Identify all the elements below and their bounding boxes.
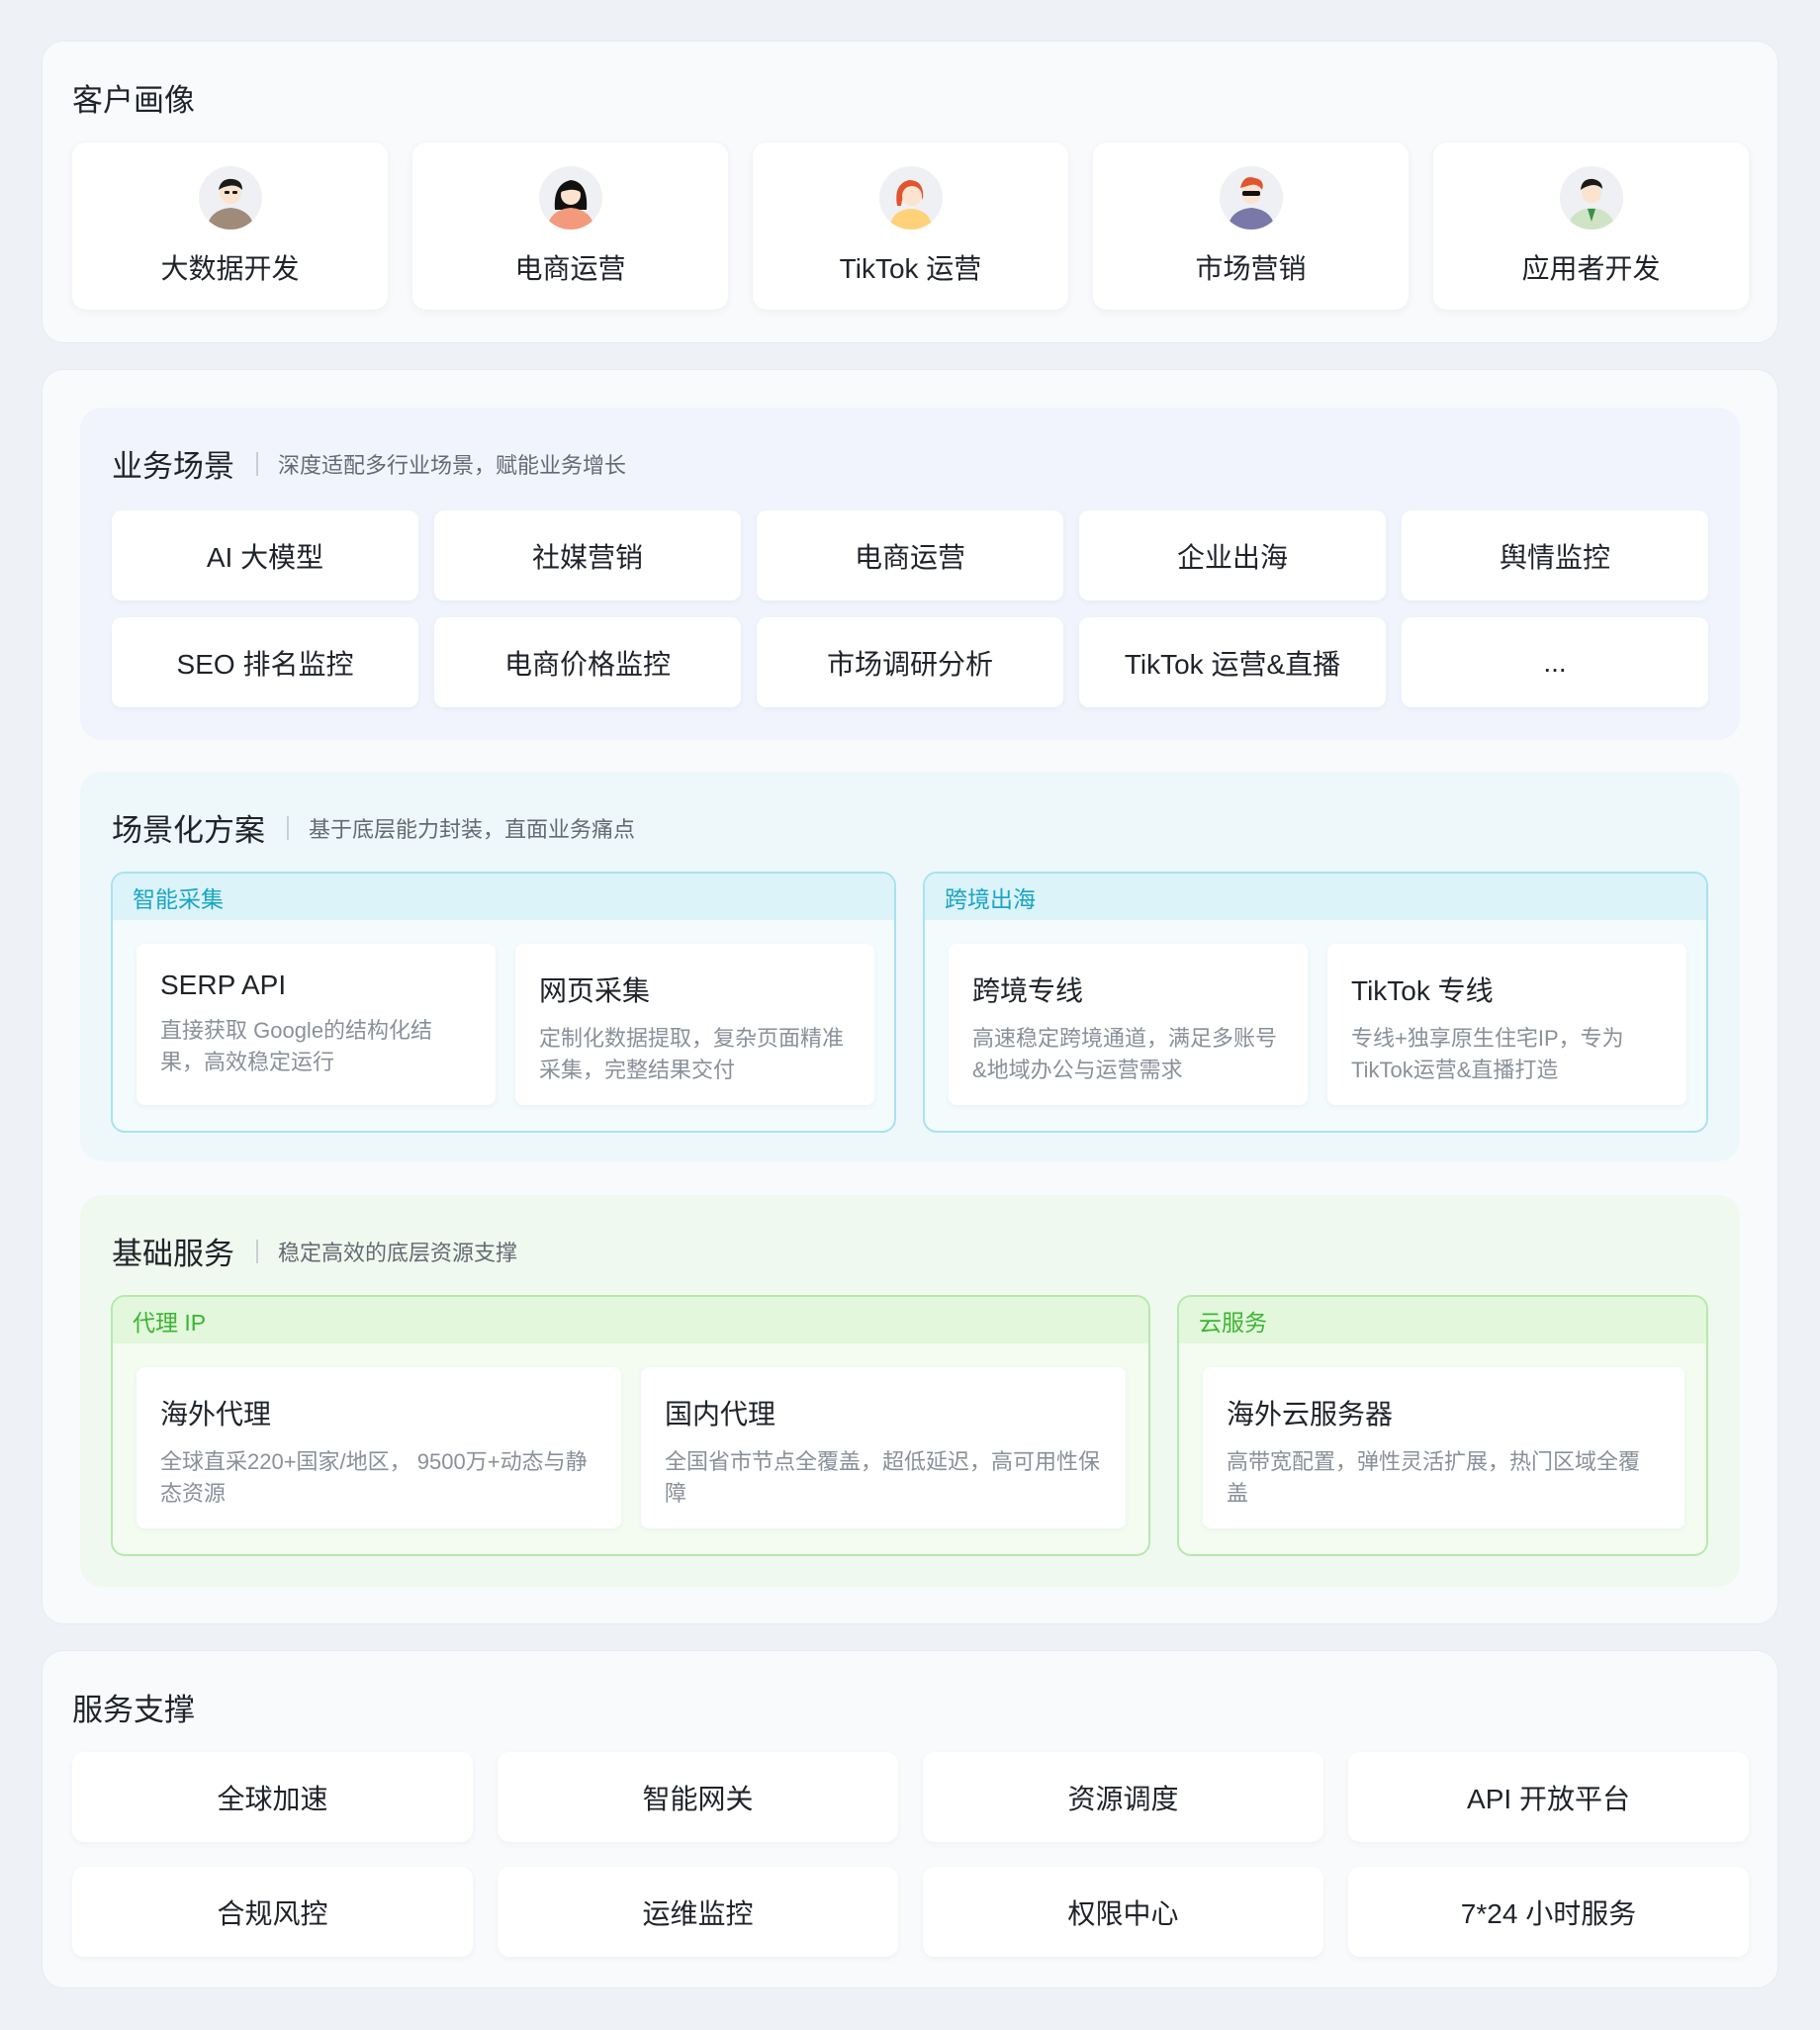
scene-item-market-research[interactable]: 市场调研分析 [757, 617, 1063, 707]
card-desc: 高速稳定跨境通道，满足多账号&地域办公与运营需求 [972, 1026, 1278, 1082]
card-desc: 全球直采220+国家/地区， 9500万+动态与静态资源 [160, 1449, 588, 1506]
support-item-smart-gateway[interactable]: 智能网关 [498, 1752, 898, 1842]
card-title: 海外云服务器 [1227, 1399, 1394, 1430]
persona-card-marketing[interactable]: 市场营销 [1093, 142, 1409, 310]
group-cards: 海外云服务器 高带宽配置，弹性灵活扩展，热门区域全覆盖 [1203, 1367, 1684, 1528]
group-cards: SERP API 直接获取 Google的结构化结果，高效稳定运行 网页采集 定… [136, 944, 874, 1105]
group-cards: 海外代理 全球直采220+国家/地区， 9500万+动态与静态资源 国内代理 全… [136, 1367, 1126, 1528]
infrastructure-section: 基础服务 稳定高效的底层资源支撑 代理 IP 海外代理 全球直采220+国家/地… [80, 1195, 1740, 1587]
scene-item-more[interactable]: ... [1402, 617, 1708, 707]
section-title: 场景化方案 [112, 813, 265, 848]
card-title: 国内代理 [665, 1399, 776, 1430]
persona-card-app-dev[interactable]: 应用者开发 [1433, 142, 1749, 310]
group-label: 云服务 [1179, 1297, 1706, 1343]
group-cards: 跨境专线 高速稳定跨境通道，满足多账号&地域办公与运营需求 TikTok 专线 … [949, 944, 1686, 1105]
service-support-title: 服务支撑 [72, 1693, 195, 1727]
scene-item-price-monitor[interactable]: 电商价格监控 [434, 617, 741, 707]
scene-item-tiktok-live[interactable]: TikTok 运营&直播 [1079, 617, 1386, 707]
card-title: 跨境专线 [972, 975, 1084, 1006]
card-domestic-proxy[interactable]: 国内代理 全国省市节点全覆盖，超低延迟，高可用性保障 [641, 1367, 1126, 1528]
section-subtitle: 深度适配多行业场景，赋能业务增长 [278, 452, 627, 478]
support-item-resource-scheduling[interactable]: 资源调度 [923, 1752, 1323, 1842]
card-desc: 定制化数据提取，复杂页面精准采集，完整结果交付 [539, 1026, 845, 1082]
support-item-ops-monitoring[interactable]: 运维监控 [498, 1867, 898, 1957]
persona-label: 应用者开发 [1521, 253, 1661, 284]
card-desc: 高带宽配置，弹性灵活扩展，热门区域全覆盖 [1227, 1449, 1641, 1506]
card-overseas-cloud-server[interactable]: 海外云服务器 高带宽配置，弹性灵活扩展，热门区域全覆盖 [1203, 1367, 1684, 1528]
scene-item-going-global[interactable]: 企业出海 [1079, 510, 1386, 600]
group-smart-collection: 智能采集 SERP API 直接获取 Google的结构化结果，高效稳定运行 网… [111, 872, 896, 1133]
persona-label: 电商运营 [514, 253, 626, 284]
customer-persona-panel: 客户画像 大数据开发 电商运营 TikTok 运营 市场营销 应用者开发 [42, 41, 1778, 343]
card-tiktok-line[interactable]: TikTok 专线 专线+独享原生住宅IP，专为TikTok运营&直播打造 [1327, 944, 1686, 1105]
scene-item-social-marketing[interactable]: 社媒营销 [434, 510, 741, 600]
divider [256, 451, 258, 476]
persona-row: 大数据开发 电商运营 TikTok 运营 市场营销 应用者开发 [72, 142, 1749, 310]
group-label: 智能采集 [113, 874, 894, 920]
section-header: 场景化方案 基于底层能力封装，直面业务痛点 [112, 805, 635, 850]
big-data-dev-avatar-icon [198, 166, 262, 230]
app-dev-avatar-icon [1559, 166, 1623, 230]
section-subtitle: 稳定高效的底层资源支撑 [278, 1240, 518, 1265]
customer-persona-title: 客户画像 [72, 83, 195, 118]
support-item-open-api-platform[interactable]: API 开放平台 [1348, 1752, 1749, 1842]
card-title: 海外代理 [160, 1399, 272, 1430]
support-item-24x7-service[interactable]: 7*24 小时服务 [1348, 1867, 1749, 1957]
divider [287, 815, 289, 840]
section-title: 业务场景 [112, 449, 234, 484]
architecture-panel: 业务场景 深度适配多行业场景，赋能业务增长 AI 大模型 社媒营销 电商运营 企… [42, 369, 1778, 1624]
persona-label: 大数据开发 [160, 253, 300, 284]
scene-item-ecommerce-ops[interactable]: 电商运营 [757, 510, 1063, 600]
group-label: 跨境出海 [925, 874, 1706, 920]
scene-item-seo-ranking[interactable]: SEO 排名监控 [112, 617, 418, 707]
service-support-panel: 服务支撑 全球加速 智能网关 资源调度 API 开放平台 合规风控 运维监控 权… [42, 1650, 1778, 1988]
support-grid: 全球加速 智能网关 资源调度 API 开放平台 合规风控 运维监控 权限中心 7… [72, 1752, 1749, 1957]
group-cloud-service: 云服务 海外云服务器 高带宽配置，弹性灵活扩展，热门区域全覆盖 [1177, 1295, 1708, 1556]
divider [256, 1239, 258, 1263]
scene-item-ai-model[interactable]: AI 大模型 [112, 510, 418, 600]
group-cross-border: 跨境出海 跨境专线 高速稳定跨境通道，满足多账号&地域办公与运营需求 TikTo… [923, 872, 1708, 1133]
tiktok-ops-avatar-icon [878, 166, 943, 230]
card-serp-api[interactable]: SERP API 直接获取 Google的结构化结果，高效稳定运行 [136, 944, 496, 1105]
persona-label: TikTok 运营 [839, 253, 982, 284]
card-desc: 直接获取 Google的结构化结果，高效稳定运行 [160, 1018, 433, 1074]
card-title: TikTok 专线 [1351, 975, 1494, 1006]
scenario-solutions-section: 场景化方案 基于底层能力封装，直面业务痛点 智能采集 SERP API 直接获取… [80, 772, 1740, 1161]
support-item-permission-center[interactable]: 权限中心 [923, 1867, 1323, 1957]
scene-grid: AI 大模型 社媒营销 电商运营 企业出海 舆情监控 SEO 排名监控 电商价格… [112, 510, 1708, 707]
card-title: 网页采集 [539, 975, 651, 1006]
persona-card-ecommerce-ops[interactable]: 电商运营 [412, 142, 728, 310]
card-desc: 专线+独享原生住宅IP，专为TikTok运营&直播打造 [1351, 1026, 1624, 1082]
business-scenes-section: 业务场景 深度适配多行业场景，赋能业务增长 AI 大模型 社媒营销 电商运营 企… [80, 408, 1740, 740]
persona-card-big-data-dev[interactable]: 大数据开发 [72, 142, 388, 310]
card-overseas-proxy[interactable]: 海外代理 全球直采220+国家/地区， 9500万+动态与静态资源 [136, 1367, 621, 1528]
group-proxy-ip: 代理 IP 海外代理 全球直采220+国家/地区， 9500万+动态与静态资源 … [111, 1295, 1150, 1556]
marketing-avatar-icon [1219, 166, 1283, 230]
scene-item-public-opinion[interactable]: 舆情监控 [1402, 510, 1708, 600]
card-title: SERP API [160, 969, 287, 1000]
section-header: 基础服务 稳定高效的底层资源支撑 [112, 1229, 517, 1273]
support-item-global-acceleration[interactable]: 全球加速 [72, 1752, 473, 1842]
persona-card-tiktok-ops[interactable]: TikTok 运营 [753, 142, 1068, 310]
card-desc: 全国省市节点全覆盖，超低延迟，高可用性保障 [665, 1449, 1101, 1506]
section-title: 基础服务 [112, 1237, 234, 1271]
ecommerce-ops-avatar-icon [538, 166, 602, 230]
section-subtitle: 基于底层能力封装，直面业务痛点 [309, 816, 636, 842]
group-label: 代理 IP [113, 1297, 1148, 1343]
card-web-scraping[interactable]: 网页采集 定制化数据提取，复杂页面精准采集，完整结果交付 [515, 944, 874, 1105]
section-header: 业务场景 深度适配多行业场景，赋能业务增长 [112, 441, 626, 486]
card-cross-border-line[interactable]: 跨境专线 高速稳定跨境通道，满足多账号&地域办公与运营需求 [949, 944, 1308, 1105]
support-item-compliance-risk[interactable]: 合规风控 [72, 1867, 473, 1957]
persona-label: 市场营销 [1195, 253, 1307, 284]
